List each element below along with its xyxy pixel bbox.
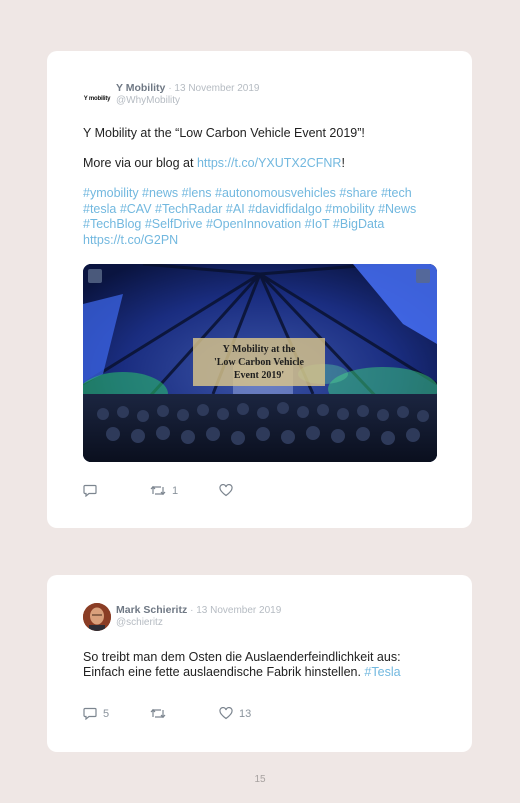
like-count: 13 — [239, 707, 252, 720]
reply-icon — [83, 707, 97, 720]
tweet-card: Y mobility Y Mobility · 13 November 2019… — [47, 51, 472, 528]
reply-button[interactable] — [83, 484, 103, 497]
media-overlay-line: 'Low Carbon Vehicle — [214, 357, 305, 368]
tweet-text-line: So treibt man dem Osten die Auslaenderfe… — [83, 650, 401, 664]
event-hall-photo: Y Mobility at the 'Low Carbon Vehicle Ev… — [83, 264, 437, 462]
retweet-button[interactable] — [150, 707, 172, 720]
author-name[interactable]: Mark Schieritz · 13 November 2019 — [116, 604, 281, 616]
like-icon — [219, 707, 233, 720]
avatar-logo-text: Y mobility — [83, 96, 111, 102]
like-icon — [219, 484, 233, 497]
reply-button[interactable]: 5 — [83, 707, 109, 720]
retweet-icon — [150, 708, 166, 719]
author-handle[interactable]: @schieritz — [116, 617, 163, 628]
author-name[interactable]: Y Mobility · 13 November 2019 — [116, 82, 260, 94]
reply-count: 5 — [103, 707, 110, 720]
tweet-text-line: More via our blog at https://t.co/YXUTX2… — [83, 156, 345, 170]
like-button[interactable]: 13 — [219, 707, 251, 720]
avatar[interactable]: Y mobility — [83, 85, 111, 113]
like-button[interactable] — [219, 484, 239, 497]
hashtags[interactable]: #ymobility #news #lens #autonomousvehicl… — [83, 186, 443, 248]
retweet-icon — [150, 485, 166, 496]
page-number: 15 — [254, 774, 266, 785]
retweet-button[interactable]: 1 — [150, 484, 178, 497]
tweet-card: Mark Schieritz · 13 November 2019 @schie… — [47, 575, 472, 752]
profile-photo — [83, 603, 111, 631]
tweet-media-image[interactable]: Y Mobility at the 'Low Carbon Vehicle Ev… — [83, 264, 437, 462]
tweet-text-line: Y Mobility at the “Low Carbon Vehicle Ev… — [83, 126, 365, 140]
avatar[interactable] — [83, 603, 111, 631]
media-overlay-line: Y Mobility at the — [223, 344, 296, 355]
reply-icon — [83, 484, 97, 497]
blog-link[interactable]: https://t.co/YXUTX2CFNR — [197, 156, 341, 170]
tweet-date: · 13 November 2019 — [168, 83, 260, 94]
tweet-text-line: Einfach eine fette auslaendische Fabrik … — [83, 665, 401, 679]
retweet-count: 1 — [172, 484, 179, 497]
author-handle[interactable]: @WhyMobility — [116, 95, 180, 106]
media-overlay-line: Event 2019' — [234, 370, 285, 381]
hashtag-link[interactable]: #Tesla — [364, 665, 400, 679]
tweet-date: · 13 November 2019 — [190, 605, 282, 616]
